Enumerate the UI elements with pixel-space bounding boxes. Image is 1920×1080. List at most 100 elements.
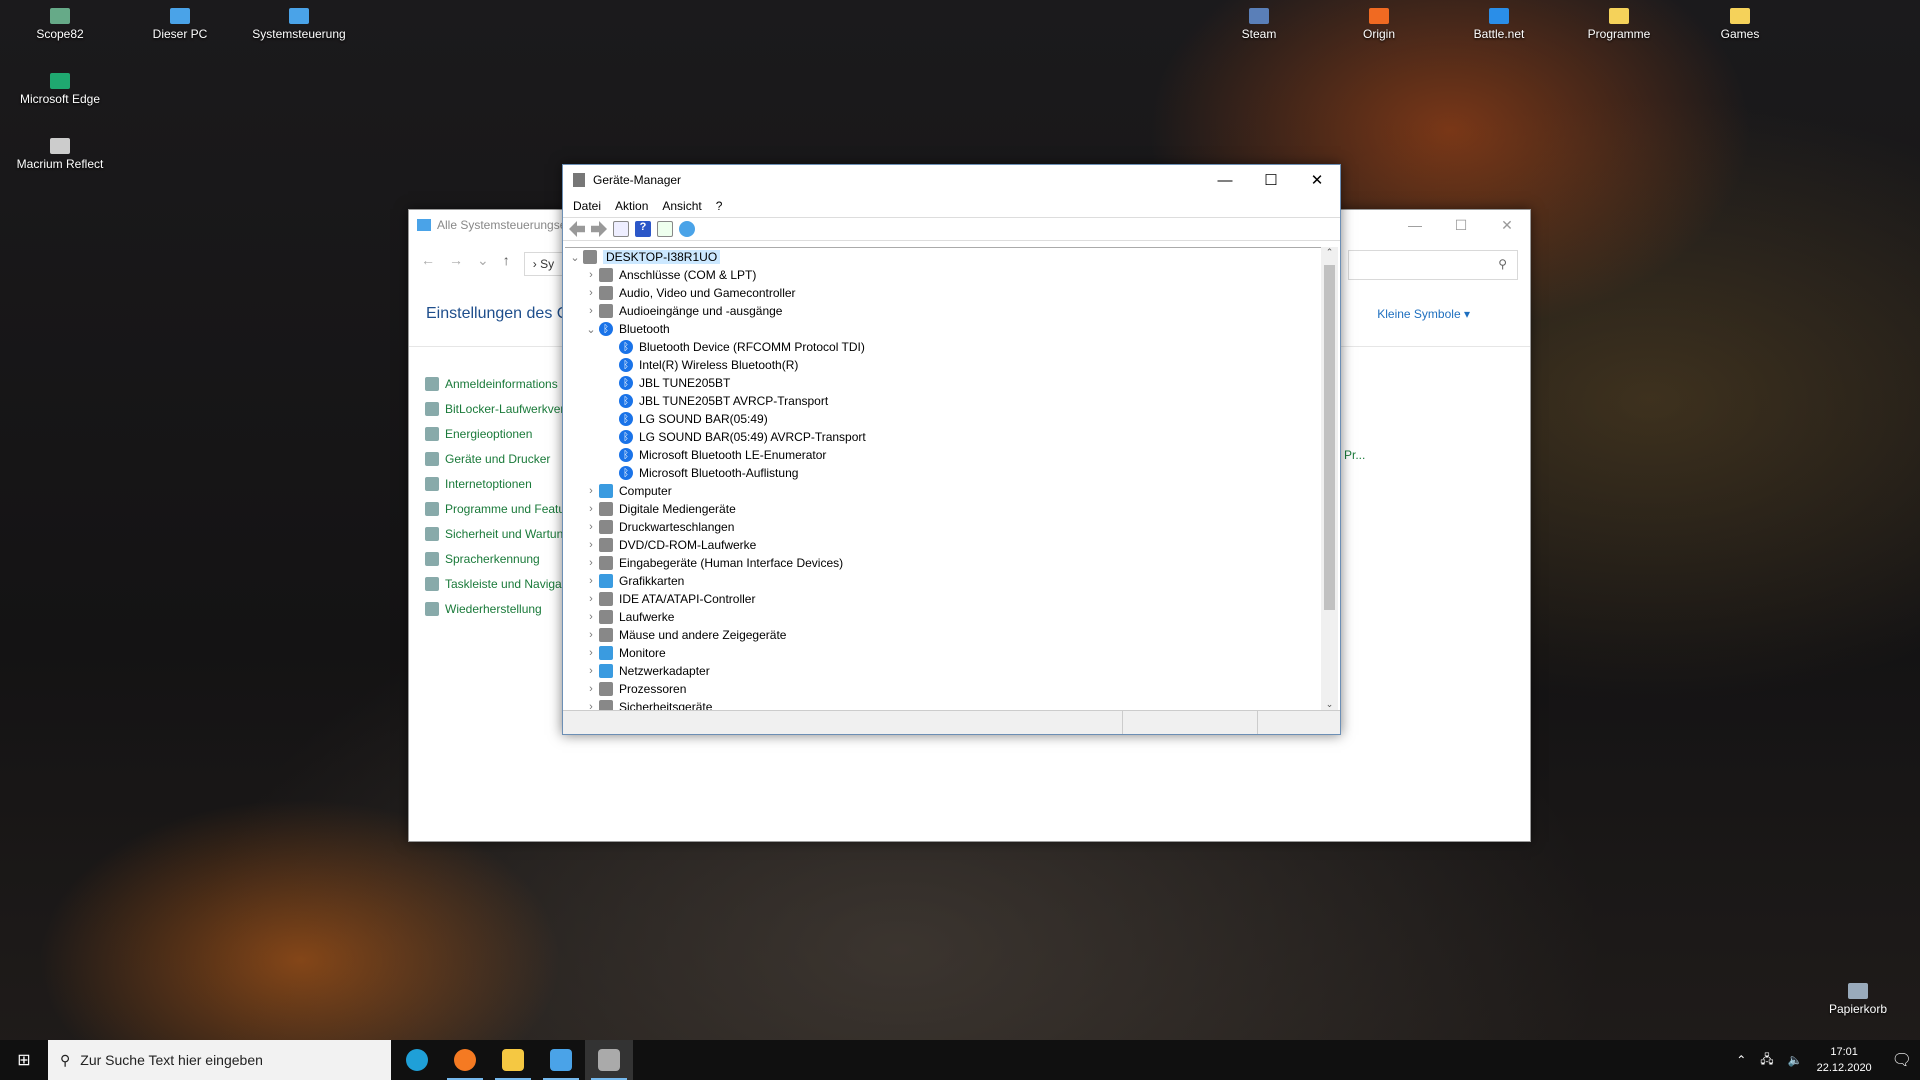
maximize-button[interactable]: ☐ (1248, 165, 1294, 195)
breadcrumb[interactable]: › Sy (523, 252, 564, 276)
breadcrumb-item[interactable]: Sy (540, 257, 554, 271)
chevron-right-icon[interactable]: › (583, 539, 599, 551)
recent-dropdown[interactable]: ⌄ (477, 252, 489, 276)
taskbar-search-input[interactable]: ⚲ Zur Suche Text hier eingeben (48, 1040, 391, 1080)
control-panel-link[interactable]: Geräte und Drucker (425, 446, 565, 471)
control-panel-link[interactable]: Internetoptionen (425, 471, 565, 496)
tree-item[interactable]: › Netzwerkadapter (565, 662, 1338, 680)
chevron-right-icon[interactable]: › (583, 575, 599, 587)
chevron-right-icon[interactable]: › (583, 305, 599, 317)
chevron-down-icon[interactable]: ⌄ (583, 323, 599, 336)
menu-item[interactable]: Datei (573, 199, 601, 213)
search-input[interactable]: ⚲ (1348, 250, 1518, 280)
desktop-icon[interactable]: Battle.net (1449, 8, 1549, 41)
tree-item[interactable]: › Prozessoren (565, 680, 1338, 698)
desktop-icon[interactable]: Programme (1569, 8, 1669, 41)
control-panel-link[interactable]: Pr... (1344, 448, 1365, 462)
tree-item[interactable]: › Anschlüsse (COM & LPT) (565, 266, 1338, 284)
control-panel-link[interactable]: BitLocker-Laufwerkver (425, 396, 565, 421)
tree-item[interactable]: › Mäuse und andere Zeigegeräte (565, 626, 1338, 644)
control-panel-link[interactable]: Anmeldeinformations (425, 371, 565, 396)
tree-item[interactable]: › Grafikkarten (565, 572, 1338, 590)
desktop-icon[interactable]: Scope82 (10, 8, 110, 41)
tree-root[interactable]: ⌄ DESKTOP-I38R1UO (565, 248, 1338, 266)
chevron-right-icon[interactable]: › (583, 593, 599, 605)
close-button[interactable]: ✕ (1294, 165, 1340, 195)
notification-center-button[interactable]: 🗨 (1892, 1050, 1912, 1070)
control-panel-link[interactable]: Taskleiste und Navigat (425, 571, 565, 596)
menu-item[interactable]: ? (716, 199, 723, 213)
scrollbar-thumb[interactable] (1324, 265, 1335, 610)
chevron-right-icon[interactable]: › (583, 647, 599, 659)
tree-item[interactable]: ᛒ JBL TUNE205BT AVRCP-Transport (565, 392, 1338, 410)
tree-item[interactable]: › Sicherheitsgeräte (565, 698, 1338, 710)
show-hide-tree-icon[interactable] (613, 221, 629, 237)
control-panel-link[interactable]: Programme und Featu (425, 496, 565, 521)
tree-item[interactable]: ᛒ Bluetooth Device (RFCOMM Protocol TDI) (565, 338, 1338, 356)
volume-icon[interactable]: 🔈 (1788, 1053, 1803, 1067)
desktop-icon[interactable]: Steam (1209, 8, 1309, 41)
tree-item[interactable]: ᛒ Microsoft Bluetooth-Auflistung (565, 464, 1338, 482)
control-panel-link[interactable]: Spracherkennung (425, 546, 565, 571)
maximize-button[interactable]: ☐ (1438, 210, 1484, 240)
control-panel-link[interactable]: Sicherheit und Wartun (425, 521, 565, 546)
up-button[interactable]: ↑ (503, 252, 510, 276)
taskbar-app-control-panel[interactable] (537, 1040, 585, 1080)
device-manager-window[interactable]: Geräte-Manager — ☐ ✕ Datei Aktion Ansicht? ?… (562, 164, 1341, 735)
chevron-right-icon[interactable]: › (583, 629, 599, 641)
menu-item[interactable]: Ansicht (662, 199, 701, 213)
back-button[interactable]: ← (421, 252, 435, 276)
tree-item[interactable]: › Eingabegeräte (Human Interface Devices) (565, 554, 1338, 572)
properties-icon[interactable] (657, 221, 673, 237)
chevron-right-icon[interactable]: › (583, 557, 599, 569)
tree-item[interactable]: › Audio, Video und Gamecontroller (565, 284, 1338, 302)
chevron-right-icon[interactable]: › (583, 485, 599, 497)
tree-item[interactable]: ᛒ JBL TUNE205BT (565, 374, 1338, 392)
desktop-icon[interactable]: Macrium Reflect (10, 138, 110, 171)
taskbar-app-explorer[interactable] (489, 1040, 537, 1080)
control-panel-link[interactable]: Energieoptionen (425, 421, 565, 446)
vertical-scrollbar[interactable]: ⌃ ⌄ (1321, 247, 1338, 710)
desktop-icon[interactable]: Games (1690, 8, 1790, 41)
forward-button[interactable]: → (449, 252, 463, 276)
minimize-button[interactable]: — (1202, 165, 1248, 195)
chevron-right-icon[interactable]: › (583, 611, 599, 623)
tree-item[interactable]: › IDE ATA/ATAPI-Controller (565, 590, 1338, 608)
scan-hardware-icon[interactable] (679, 221, 695, 237)
tree-item[interactable]: ⌄ ᛒ Bluetooth (565, 320, 1338, 338)
chevron-right-icon[interactable]: › (583, 503, 599, 515)
back-icon[interactable] (569, 221, 585, 237)
clock[interactable]: 17:01 22.12.2020 (1817, 1044, 1872, 1076)
minimize-button[interactable]: — (1392, 210, 1438, 240)
taskbar-app-firefox[interactable] (441, 1040, 489, 1080)
control-panel-link[interactable]: Wiederherstellung (425, 596, 565, 621)
help-icon[interactable]: ? (635, 221, 651, 237)
close-button[interactable]: ✕ (1484, 210, 1530, 240)
forward-icon[interactable] (591, 221, 607, 237)
desktop-icon[interactable]: Systemsteuerung (249, 8, 349, 41)
tree-item[interactable]: › Digitale Mediengeräte (565, 500, 1338, 518)
tree-item[interactable]: ᛒ Microsoft Bluetooth LE-Enumerator (565, 446, 1338, 464)
chevron-right-icon[interactable]: › (583, 683, 599, 695)
start-button[interactable]: ⊞ (0, 1040, 48, 1080)
chevron-right-icon[interactable]: › (583, 287, 599, 299)
chevron-right-icon[interactable]: › (583, 665, 599, 677)
tree-item[interactable]: ᛒ Intel(R) Wireless Bluetooth(R) (565, 356, 1338, 374)
tree-item[interactable]: › Laufwerke (565, 608, 1338, 626)
device-tree[interactable]: ⌄ DESKTOP-I38R1UO › Anschlüsse (COM & LPT) ›… (565, 247, 1338, 710)
desktop-icon[interactable]: Origin (1329, 8, 1429, 41)
view-dropdown[interactable]: Kleine Symbole ▾ (1377, 307, 1470, 321)
tree-item[interactable]: › Monitore (565, 644, 1338, 662)
desktop-icon[interactable]: Papierkorb (1808, 983, 1908, 1016)
taskbar-app-device-manager[interactable] (585, 1040, 633, 1080)
tree-item[interactable]: ᛒ LG SOUND BAR(05:49) AVRCP-Transport (565, 428, 1338, 446)
tree-item[interactable]: › Audioeingänge und -ausgänge (565, 302, 1338, 320)
network-icon[interactable]: 🖧 (1760, 1050, 1773, 1071)
desktop-icon[interactable]: Microsoft Edge (10, 73, 110, 106)
tree-item[interactable]: ᛒ LG SOUND BAR(05:49) (565, 410, 1338, 428)
tree-item[interactable]: › Druckwarteschlangen (565, 518, 1338, 536)
show-hidden-icons-button[interactable]: ⌃ (1736, 1053, 1746, 1067)
taskbar-app-edge[interactable] (393, 1040, 441, 1080)
chevron-right-icon[interactable]: › (583, 269, 599, 281)
chevron-down-icon[interactable]: ⌄ (567, 251, 583, 264)
